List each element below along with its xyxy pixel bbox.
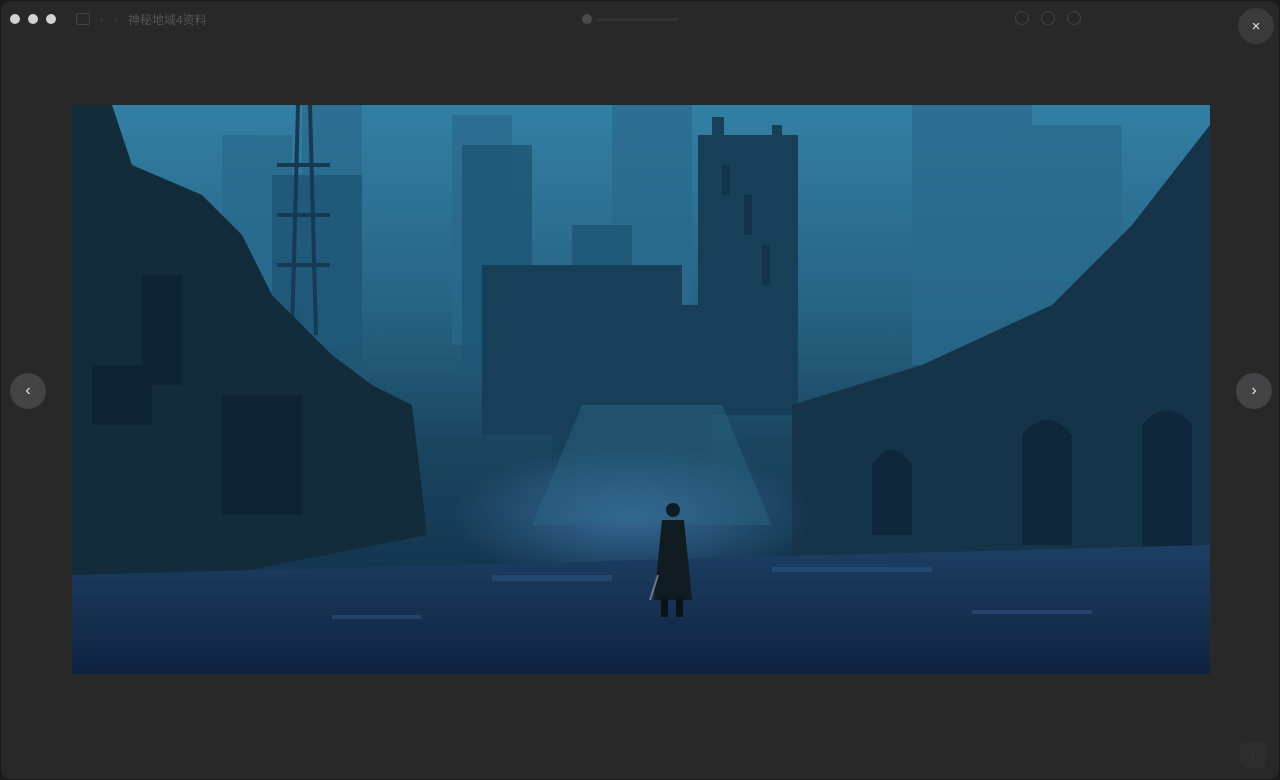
share-icon[interactable]: [1067, 11, 1081, 25]
toolbar-right: [1015, 11, 1081, 25]
sync-status: [582, 14, 678, 24]
preview-image: [72, 105, 1210, 674]
title-bar: › › 神秘地域4资料: [1, 1, 1279, 37]
status-dot-icon: [582, 14, 592, 24]
scroll-top-button[interactable]: ↑: [1240, 742, 1266, 768]
history-icon[interactable]: [1015, 11, 1029, 25]
document-title[interactable]: 神秘地域4资料: [128, 11, 207, 28]
chevron-left-icon: ‹: [25, 382, 31, 399]
chevron-right-icon: ›: [1251, 382, 1257, 399]
breadcrumb: › › 神秘地域4资料: [76, 11, 207, 28]
breadcrumb-separator-icon: ›: [100, 12, 104, 26]
close-icon: ×: [1251, 17, 1261, 35]
sidebar-toggle-icon[interactable]: [76, 13, 90, 25]
comment-icon[interactable]: [1041, 11, 1055, 25]
arrow-up-icon: ↑: [1250, 748, 1256, 762]
breadcrumb-separator-icon: ›: [114, 12, 118, 26]
window-minimize-dot[interactable]: [28, 14, 38, 24]
previous-image-button[interactable]: ‹: [10, 373, 46, 409]
image-viewer-window: › › 神秘地域4资料 × ‹ › ↑: [1, 1, 1279, 779]
window-controls: [10, 14, 56, 24]
close-button[interactable]: ×: [1238, 8, 1274, 44]
status-bar: [598, 17, 678, 21]
window-zoom-dot[interactable]: [46, 14, 56, 24]
window-close-dot[interactable]: [10, 14, 20, 24]
next-image-button[interactable]: ›: [1236, 373, 1272, 409]
artwork-illustration: [72, 105, 1210, 674]
